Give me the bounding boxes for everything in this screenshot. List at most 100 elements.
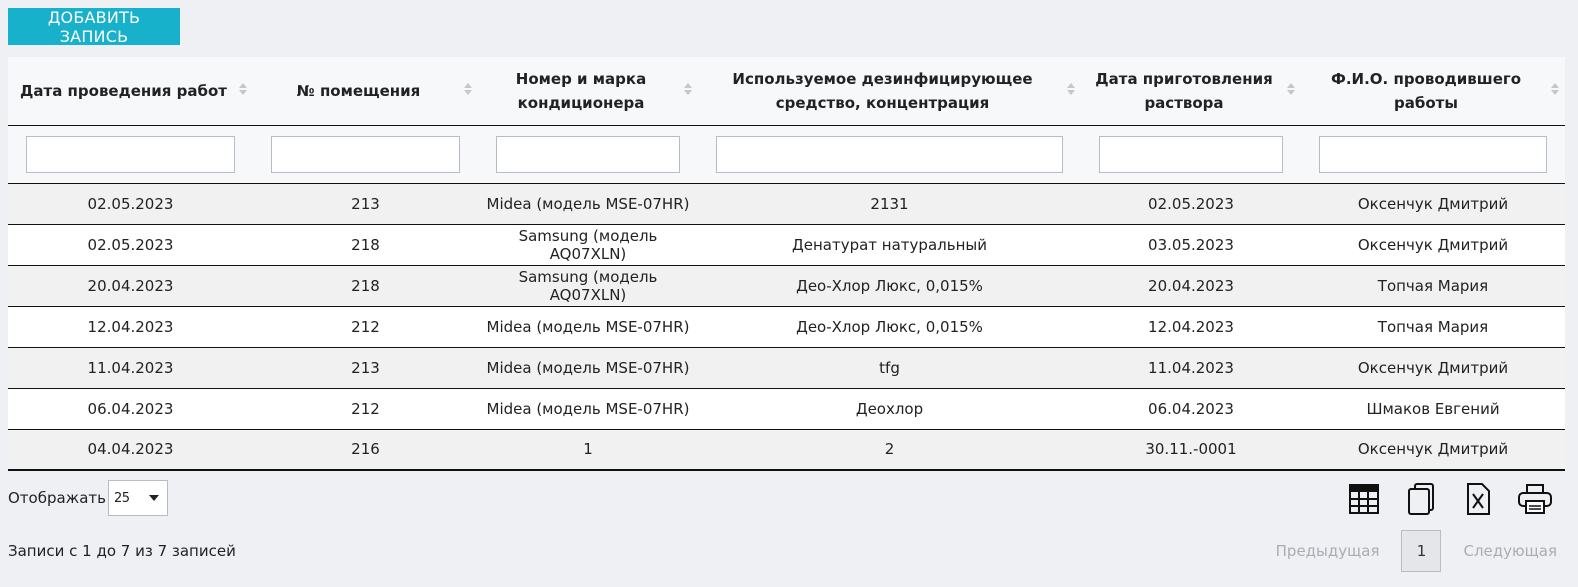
chevron-down-icon xyxy=(148,495,159,501)
table-cell-operator: Оксенчук Дмитрий xyxy=(1301,347,1565,389)
export-toolbar xyxy=(1335,481,1563,517)
table-cell-solution-date: 30.11.-0001 xyxy=(1081,429,1301,471)
table-cell-operator: Оксенчук Дмитрий xyxy=(1301,224,1565,266)
table-row[interactable]: 20.04.2023 218 Samsung (модель AQ07XLN) Део… xyxy=(8,265,1565,307)
table-cell-operator: Оксенчук Дмитрий xyxy=(1301,429,1565,471)
table-cell-ac-model: Midea (модель MSE-07HR) xyxy=(478,347,698,389)
table-cell-date: 20.04.2023 xyxy=(8,265,253,307)
table-cell-disinfectant: Део-Хлор Люкс, 0,015% xyxy=(698,306,1081,348)
column-header-label: Используемое дезинфицирующее средство, к… xyxy=(732,69,1033,112)
table-cell-room: 213 xyxy=(253,347,478,389)
column-header-ac-model[interactable]: Номер и марка кондиционера xyxy=(478,57,698,126)
column-header-label: Номер и марка кондиционера xyxy=(515,69,647,112)
column-header-date[interactable]: Дата проведения работ xyxy=(8,57,253,126)
pagination-next[interactable]: Следующая xyxy=(1463,542,1557,560)
table-cell-disinfectant: 2 xyxy=(698,429,1081,471)
table-cell-room: 212 xyxy=(253,388,478,430)
table-cell-operator: Оксенчук Дмитрий xyxy=(1301,183,1565,225)
column-header-solution-date[interactable]: Дата приготовления раствора xyxy=(1081,57,1301,126)
table-cell-date: 02.05.2023 xyxy=(8,183,253,225)
copy-icon xyxy=(1407,483,1434,515)
column-header-label: Дата приготовления раствора xyxy=(1095,69,1273,112)
table-cell-solution-date: 12.04.2023 xyxy=(1081,306,1301,348)
pagination: Предыдущая 1 Следующая xyxy=(1276,530,1557,572)
table-cell-disinfectant: Денатурат натуральный xyxy=(698,224,1081,266)
table-icon xyxy=(1348,484,1379,514)
filter-input-solution-date[interactable] xyxy=(1099,135,1283,173)
table-cell-operator: Топчая Мария xyxy=(1301,306,1565,348)
column-header-operator[interactable]: Ф.И.О. проводившего работы xyxy=(1301,57,1565,126)
sort-icon xyxy=(684,83,692,95)
sort-icon xyxy=(239,83,247,95)
table-cell-date: 04.04.2023 xyxy=(8,429,253,471)
table-cell-operator: Шмаков Евгений xyxy=(1301,388,1565,430)
filter-cell xyxy=(8,125,253,184)
page-length-label: Отображать xyxy=(8,489,106,507)
table-cell-ac-model: 1 xyxy=(478,429,698,471)
page-length-select[interactable]: 25 xyxy=(107,480,168,516)
page-length-value: 25 xyxy=(113,490,130,506)
table-cell-ac-model: Samsung (модель AQ07XLN) xyxy=(478,224,698,266)
table-cell-date: 12.04.2023 xyxy=(8,306,253,348)
filter-input-date[interactable] xyxy=(26,135,235,173)
table-cell-ac-model: Samsung (модель AQ07XLN) xyxy=(478,265,698,307)
records-table-container: Дата проведения работ № помещения Номер и … xyxy=(8,57,1565,471)
sort-icon xyxy=(464,83,472,95)
table-cell-solution-date: 03.05.2023 xyxy=(1081,224,1301,266)
table-info: Записи с 1 до 7 из 7 записей xyxy=(8,542,236,560)
table-view-button[interactable] xyxy=(1335,481,1392,517)
table-row[interactable]: 06.04.2023 212 Midea (модель MSE-07HR) Деох… xyxy=(8,388,1565,430)
excel-icon xyxy=(1466,483,1490,515)
table-header-row: Дата проведения работ № помещения Номер и … xyxy=(8,57,1565,126)
table-cell-solution-date: 06.04.2023 xyxy=(1081,388,1301,430)
table-cell-disinfectant: Део-Хлор Люкс, 0,015% xyxy=(698,265,1081,307)
export-excel-button[interactable] xyxy=(1449,481,1506,517)
page-length-control: Отображать 25 xyxy=(8,480,168,516)
copy-button[interactable] xyxy=(1392,481,1449,517)
records-table: Дата проведения работ № помещения Номер и … xyxy=(8,57,1565,471)
sort-icon xyxy=(1287,83,1295,95)
table-cell-ac-model: Midea (модель MSE-07HR) xyxy=(478,388,698,430)
print-button[interactable] xyxy=(1506,481,1563,517)
table-cell-disinfectant: 2131 xyxy=(698,183,1081,225)
column-header-room[interactable]: № помещения xyxy=(253,57,478,126)
sort-icon xyxy=(1067,83,1075,95)
table-cell-room: 216 xyxy=(253,429,478,471)
table-cell-ac-model: Midea (модель MSE-07HR) xyxy=(478,306,698,348)
column-header-label: № помещения xyxy=(296,81,421,100)
filter-cell xyxy=(478,125,698,184)
table-cell-room: 212 xyxy=(253,306,478,348)
table-row[interactable]: 11.04.2023 213 Midea (модель MSE-07HR) tfg 1… xyxy=(8,347,1565,389)
table-cell-date: 02.05.2023 xyxy=(8,224,253,266)
table-cell-disinfectant: Деохлор xyxy=(698,388,1081,430)
table-cell-room: 213 xyxy=(253,183,478,225)
table-row[interactable]: 02.05.2023 213 Midea (модель MSE-07HR) 2131… xyxy=(8,183,1565,225)
filter-input-room[interactable] xyxy=(271,135,460,173)
table-cell-disinfectant: tfg xyxy=(698,347,1081,389)
filter-cell xyxy=(1301,125,1565,184)
pagination-page-current[interactable]: 1 xyxy=(1401,530,1442,572)
table-cell-solution-date: 11.04.2023 xyxy=(1081,347,1301,389)
column-header-label: Дата проведения работ xyxy=(20,81,227,100)
table-cell-ac-model: Midea (модель MSE-07HR) xyxy=(478,183,698,225)
add-record-button[interactable]: ДОБАВИТЬ ЗАПИСЬ xyxy=(8,8,180,46)
table-cell-room: 218 xyxy=(253,224,478,266)
table-row[interactable]: 02.05.2023 218 Samsung (модель AQ07XLN) Ден… xyxy=(8,224,1565,266)
table-cell-date: 06.04.2023 xyxy=(8,388,253,430)
print-icon xyxy=(1517,484,1552,514)
table-filter-row xyxy=(8,125,1565,184)
table-row[interactable]: 04.04.2023 216 1 2 30.11.-0001 Оксенчук Дмитр… xyxy=(8,429,1565,471)
table-cell-solution-date: 20.04.2023 xyxy=(1081,265,1301,307)
filter-cell xyxy=(253,125,478,184)
table-row[interactable]: 12.04.2023 212 Midea (модель MSE-07HR) Део-… xyxy=(8,306,1565,348)
filter-input-ac-model[interactable] xyxy=(496,135,680,173)
filter-cell xyxy=(1081,125,1301,184)
filter-input-disinfectant[interactable] xyxy=(716,135,1063,173)
table-cell-solution-date: 02.05.2023 xyxy=(1081,183,1301,225)
pagination-previous[interactable]: Предыдущая xyxy=(1276,542,1380,560)
column-header-disinfectant[interactable]: Используемое дезинфицирующее средство, к… xyxy=(698,57,1081,126)
filter-cell xyxy=(698,125,1081,184)
table-cell-room: 218 xyxy=(253,265,478,307)
table-cell-date: 11.04.2023 xyxy=(8,347,253,389)
filter-input-operator[interactable] xyxy=(1319,135,1547,173)
